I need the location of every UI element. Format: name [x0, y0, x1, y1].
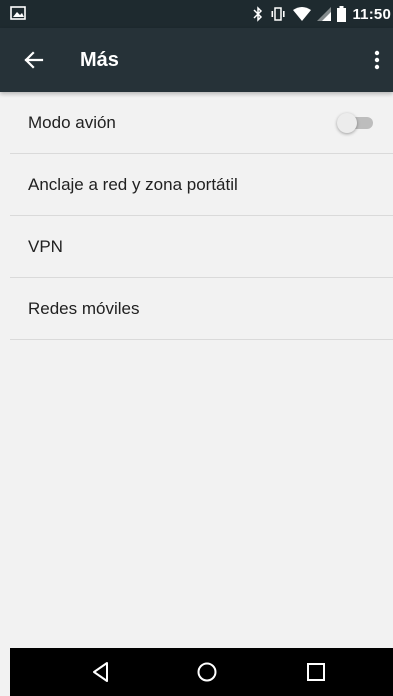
toolbar: Más: [0, 28, 393, 92]
image-notification-icon: [10, 6, 26, 20]
arrow-back-icon[interactable]: [20, 46, 48, 74]
nav-home-icon[interactable]: [195, 660, 219, 684]
bluetooth-icon: [253, 6, 263, 22]
list-item-label: Redes móviles: [28, 298, 140, 318]
list-item-label: VPN: [28, 236, 63, 256]
nav-recents-icon[interactable]: [304, 660, 328, 684]
list-item-modo-avion[interactable]: Modo avión: [10, 92, 393, 154]
list-item-vpn[interactable]: VPN: [10, 216, 393, 278]
list-item-redes-moviles[interactable]: Redes móviles: [10, 278, 393, 340]
settings-list: Modo avión Anclaje a red y zona portátil…: [10, 92, 393, 340]
status-bar: 11:50: [0, 0, 393, 28]
nav-back-icon[interactable]: [89, 660, 113, 684]
battery-icon: [337, 6, 347, 22]
status-time: 11:50: [352, 5, 391, 23]
navigation-bar: [10, 648, 393, 696]
wifi-icon: [293, 7, 312, 21]
toggle-thumb: [337, 113, 357, 133]
list-item-label: Anclaje a red y zona portátil: [28, 174, 238, 194]
airplane-mode-toggle[interactable]: [337, 113, 375, 133]
cell-signal-icon: [317, 7, 332, 21]
page-title: Más: [80, 49, 119, 71]
more-vert-icon[interactable]: [367, 46, 387, 74]
list-item-anclaje[interactable]: Anclaje a red y zona portátil: [10, 154, 393, 216]
vibrate-icon: [269, 7, 287, 21]
list-item-label: Modo avión: [28, 112, 116, 132]
